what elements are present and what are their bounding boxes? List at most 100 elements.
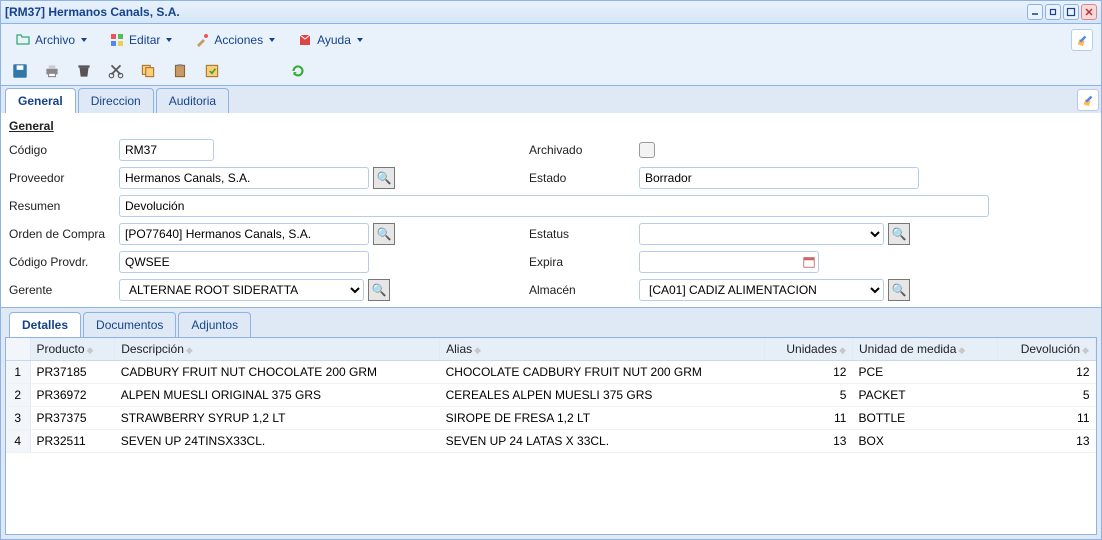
orden-compra-lookup-button[interactable]: 🔍 [373, 223, 395, 245]
cell-index: 4 [6, 430, 30, 453]
main-tabs: General Direccion Auditoria [0, 86, 1102, 113]
edit-layout-button[interactable] [1071, 29, 1093, 51]
estatus-lookup-button[interactable]: 🔍 [888, 223, 910, 245]
tab-direccion[interactable]: Direccion [78, 88, 154, 113]
resumen-field[interactable] [119, 195, 989, 217]
estatus-select[interactable] [639, 223, 884, 245]
col-unidades[interactable]: Unidades◆ [765, 338, 853, 361]
restore-button[interactable] [1045, 4, 1061, 20]
menu-bar: Archivo Editar Acciones Ayuda [0, 24, 1102, 56]
chevron-down-icon [81, 38, 87, 42]
cell-producto: PR36972 [30, 384, 115, 407]
table-row[interactable]: 2PR36972ALPEN MUESLI ORIGINAL 375 GRSCER… [6, 384, 1096, 407]
cell-devolucion: 5 [997, 384, 1096, 407]
cell-unidades: 13 [765, 430, 853, 453]
delete-icon[interactable] [75, 62, 93, 80]
expira-field[interactable] [639, 251, 819, 273]
search-icon: 🔍 [892, 283, 907, 297]
cell-descripcion: CADBURY FRUIT NUT CHOCOLATE 200 GRM [115, 361, 440, 384]
table-row[interactable]: 1PR37185CADBURY FRUIT NUT CHOCOLATE 200 … [6, 361, 1096, 384]
col-alias[interactable]: Alias◆ [440, 338, 765, 361]
menu-archivo[interactable]: Archivo [9, 29, 93, 51]
menu-editar-label: Editar [129, 33, 160, 47]
label-codigo: Código [9, 143, 109, 157]
tab-adjuntos[interactable]: Adjuntos [178, 312, 251, 337]
estado-field[interactable] [639, 167, 919, 189]
cell-descripcion: SEVEN UP 24TINSX33CL. [115, 430, 440, 453]
gerente-select[interactable]: ALTERNAE ROOT SIDERATTA [119, 279, 364, 301]
codigo-provdr-field[interactable] [119, 251, 369, 273]
col-producto[interactable]: Producto◆ [30, 338, 115, 361]
menu-ayuda[interactable]: Ayuda [291, 29, 369, 51]
export-icon[interactable] [203, 62, 221, 80]
orden-compra-field[interactable] [119, 223, 369, 245]
tab-documentos[interactable]: Documentos [83, 312, 176, 337]
cell-alias: SEVEN UP 24 LATAS X 33CL. [440, 430, 765, 453]
label-proveedor: Proveedor [9, 171, 109, 185]
minimize-button[interactable] [1027, 4, 1043, 20]
tab-auditoria[interactable]: Auditoria [156, 88, 229, 113]
label-archivado: Archivado [529, 143, 629, 157]
col-descripcion[interactable]: Descripción◆ [115, 338, 440, 361]
cell-unidades: 11 [765, 407, 853, 430]
print-icon[interactable] [43, 62, 61, 80]
almacen-lookup-button[interactable]: 🔍 [888, 279, 910, 301]
title-bar: [RM37] Hermanos Canals, S.A. [0, 0, 1102, 24]
gerente-lookup-button[interactable]: 🔍 [368, 279, 390, 301]
label-expira: Expira [529, 255, 629, 269]
label-estado: Estado [529, 171, 629, 185]
menu-editar[interactable]: Editar [103, 29, 178, 51]
cell-index: 2 [6, 384, 30, 407]
label-resumen: Resumen [9, 199, 109, 213]
menu-archivo-label: Archivo [35, 33, 75, 47]
refresh-icon[interactable] [289, 62, 307, 80]
proveedor-lookup-button[interactable]: 🔍 [373, 167, 395, 189]
cell-uom: PACKET [852, 384, 997, 407]
cell-unidades: 12 [765, 361, 853, 384]
col-devolucion[interactable]: Devolución◆ [997, 338, 1096, 361]
codigo-field[interactable] [119, 139, 214, 161]
section-title-general: General [9, 119, 1093, 133]
col-uom[interactable]: Unidad de medida◆ [852, 338, 997, 361]
proveedor-field[interactable] [119, 167, 369, 189]
menu-acciones[interactable]: Acciones [188, 29, 281, 51]
cell-descripcion: ALPEN MUESLI ORIGINAL 375 GRS [115, 384, 440, 407]
chevron-down-icon [166, 38, 172, 42]
table-row[interactable]: 3PR37375STRAWBERRY SYRUP 1,2 LTSIROPE DE… [6, 407, 1096, 430]
copy-icon[interactable] [139, 62, 157, 80]
book-icon [297, 32, 313, 48]
search-icon: 🔍 [372, 283, 387, 297]
edit-panel-button[interactable] [1077, 89, 1099, 111]
cell-alias: SIROPE DE FRESA 1,2 LT [440, 407, 765, 430]
maximize-button[interactable] [1063, 4, 1079, 20]
cell-devolucion: 11 [997, 407, 1096, 430]
cell-producto: PR37185 [30, 361, 115, 384]
chevron-down-icon [357, 38, 363, 42]
cut-icon[interactable] [107, 62, 125, 80]
cell-producto: PR32511 [30, 430, 115, 453]
grid-header-row: Producto◆ Descripción◆ Alias◆ Unidades◆ … [6, 338, 1096, 361]
cell-producto: PR37375 [30, 407, 115, 430]
label-codigo-provdr: Código Provdr. [9, 255, 109, 269]
cell-descripcion: STRAWBERRY SYRUP 1,2 LT [115, 407, 440, 430]
menu-ayuda-label: Ayuda [317, 33, 351, 47]
general-panel: General Código Archivado Proveedor 🔍 Est… [0, 113, 1102, 308]
paste-icon[interactable] [171, 62, 189, 80]
cell-devolucion: 12 [997, 361, 1096, 384]
table-row[interactable]: 4PR32511SEVEN UP 24TINSX33CL.SEVEN UP 24… [6, 430, 1096, 453]
label-orden-compra: Orden de Compra [9, 227, 109, 241]
detail-tabs: Detalles Documentos Adjuntos [5, 312, 1097, 337]
close-button[interactable] [1081, 4, 1097, 20]
chevron-down-icon [269, 38, 275, 42]
cell-alias: CHOCOLATE CADBURY FRUIT NUT 200 GRM [440, 361, 765, 384]
almacen-select[interactable]: [CA01] CADIZ ALIMENTACION [639, 279, 884, 301]
search-icon: 🔍 [377, 227, 392, 241]
save-icon[interactable] [11, 62, 29, 80]
cell-uom: PCE [852, 361, 997, 384]
col-index[interactable] [6, 338, 30, 361]
detail-region: Detalles Documentos Adjuntos Producto◆ D… [0, 308, 1102, 540]
archivado-checkbox[interactable] [639, 142, 655, 158]
tab-detalles[interactable]: Detalles [9, 312, 81, 337]
tab-general[interactable]: General [5, 88, 76, 113]
search-icon: 🔍 [377, 171, 392, 185]
